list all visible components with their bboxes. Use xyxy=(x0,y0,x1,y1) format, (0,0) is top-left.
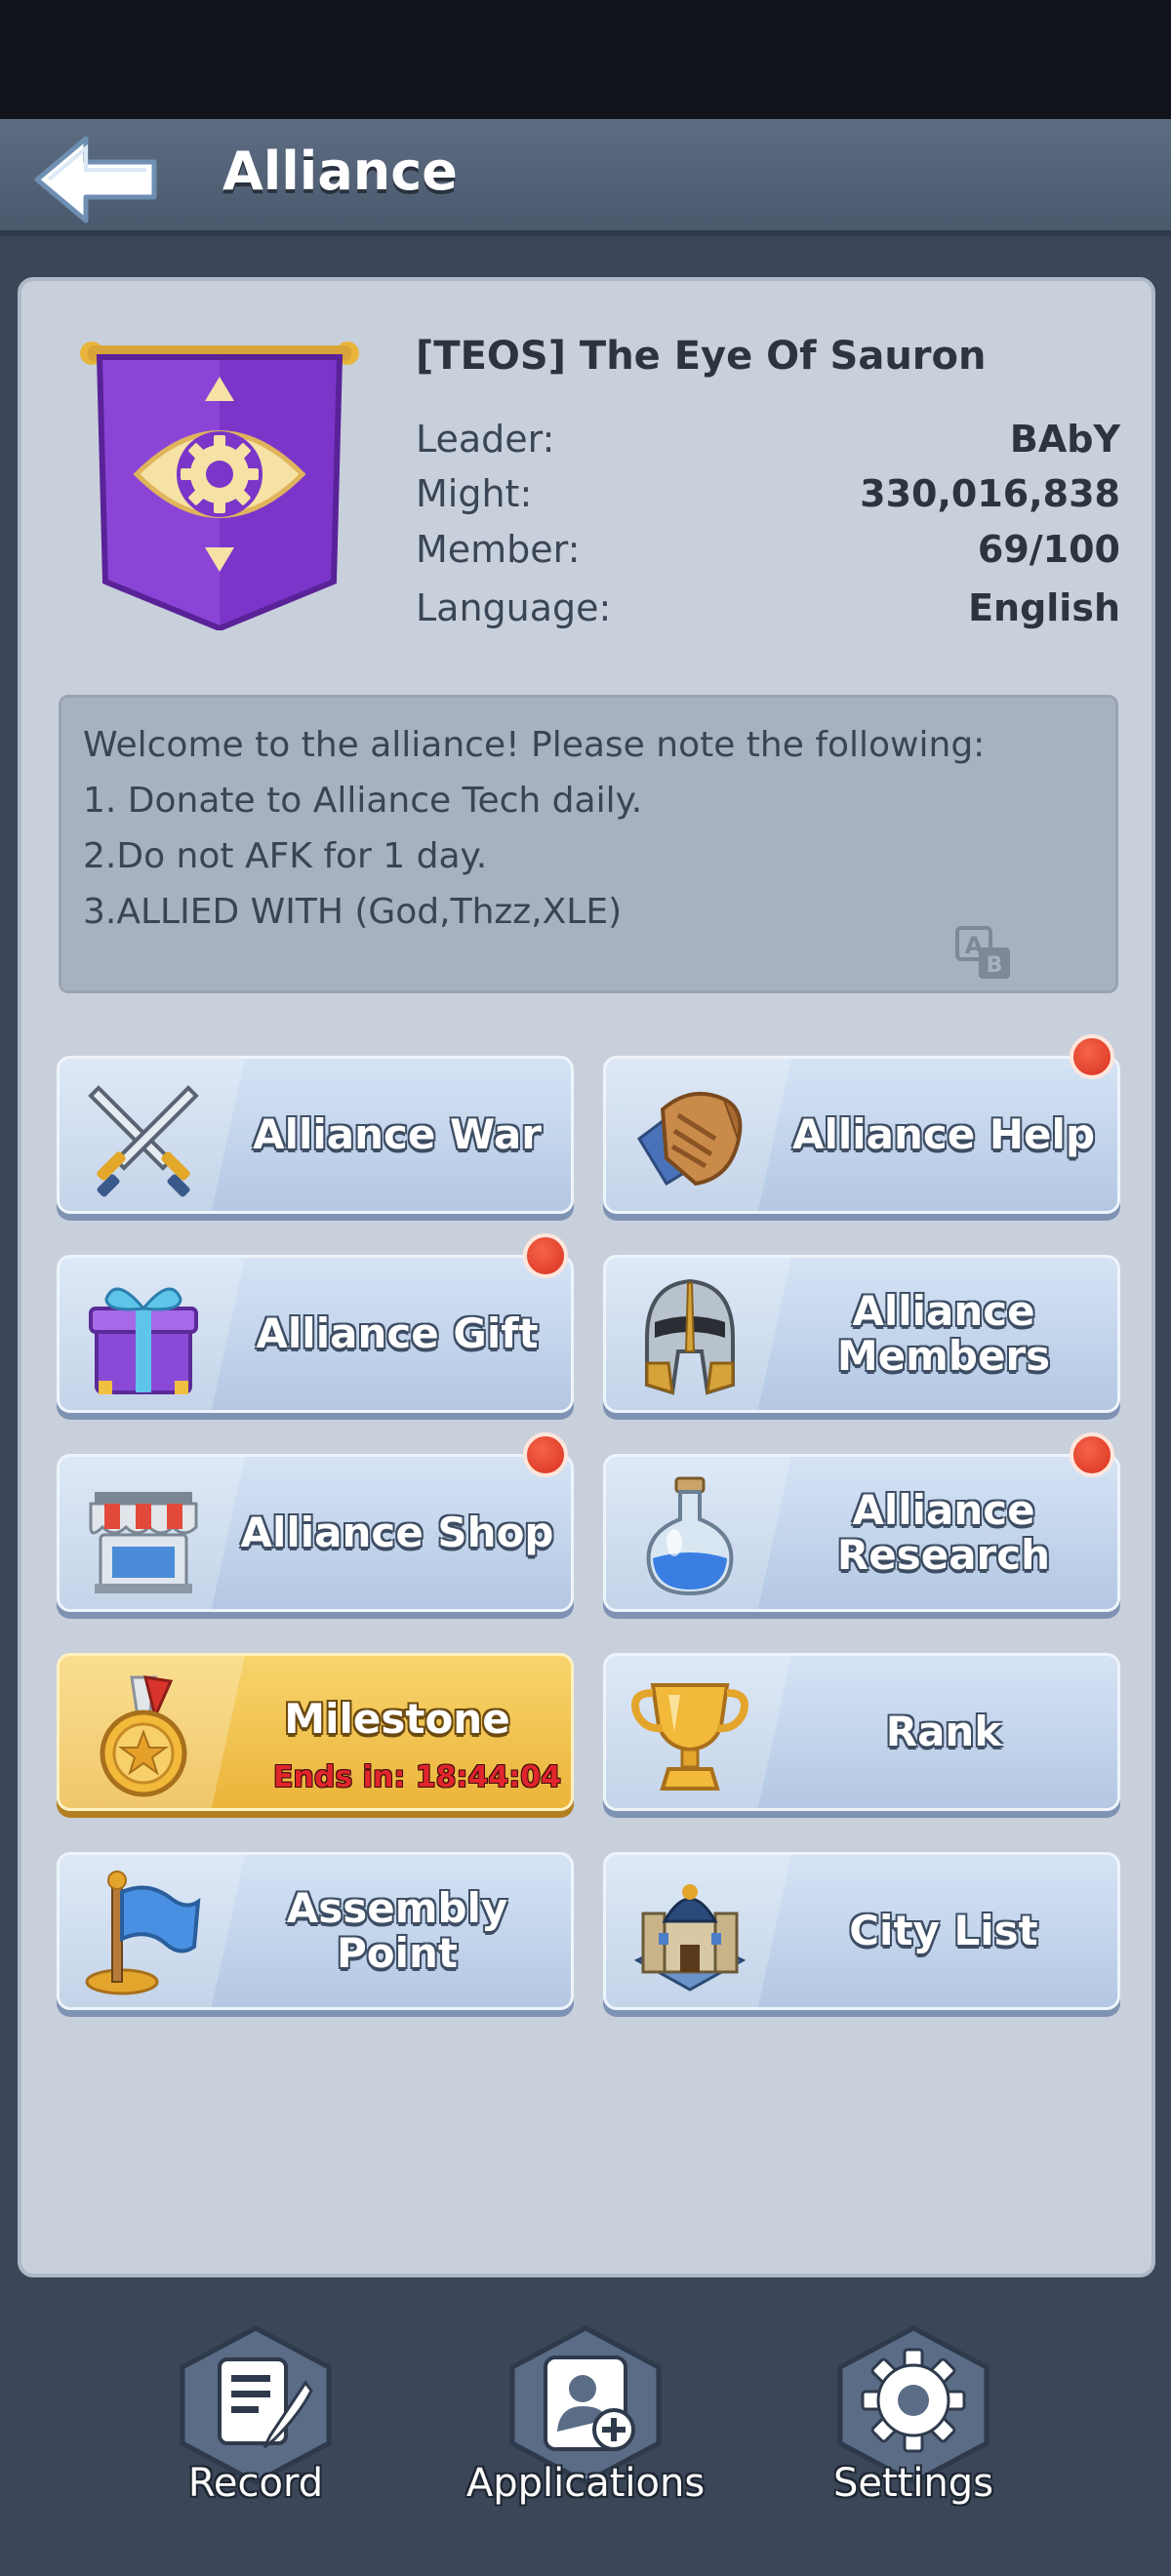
milestone-button[interactable]: Milestone Ends in: 18:44:04 xyxy=(57,1653,574,1811)
handshake-icon xyxy=(637,1092,743,1187)
notification-badge xyxy=(523,1233,568,1278)
translate-button[interactable]: A B xyxy=(955,926,1014,981)
language-row: Language: English xyxy=(416,581,1120,635)
record-label: Record xyxy=(187,2461,324,2506)
member-value: 69/100 xyxy=(977,528,1120,571)
alliance-name: [TEOS] The Eye Of Sauron xyxy=(416,334,987,379)
rank-button[interactable]: Rank xyxy=(603,1653,1120,1811)
alliance-research-button[interactable]: Alliance Research xyxy=(603,1454,1120,1612)
trophy-icon xyxy=(631,1683,748,1791)
alliance-notice: Welcome to the alliance! Please note the… xyxy=(59,695,1118,993)
assembly-point-label: Assembly Point xyxy=(286,1884,508,1977)
settings-button[interactable]: Settings xyxy=(787,2322,1040,2537)
page-title: Alliance xyxy=(222,141,458,202)
helmet-icon xyxy=(645,1278,735,1395)
member-row: Member: 69/100 xyxy=(416,522,1120,577)
bottom-nav: Record Applications Settings xyxy=(0,2283,1171,2576)
alliance-members-button[interactable]: Alliance Members xyxy=(603,1255,1120,1413)
star-medal-icon xyxy=(100,1675,187,1797)
member-label: Member: xyxy=(416,528,581,571)
notice-line: 1. Donate to Alliance Tech daily. xyxy=(83,781,643,821)
potion-flask-icon xyxy=(646,1476,734,1596)
shop-stall-icon xyxy=(89,1492,198,1593)
alliance-war-button[interactable]: Alliance War xyxy=(57,1056,574,1214)
flag-icon xyxy=(85,1871,201,1995)
applications-label: Applications xyxy=(465,2461,706,2506)
svg-text:B: B xyxy=(987,953,1003,978)
alliance-gift-label: Alliance Gift xyxy=(256,1309,539,1357)
eye-gear-banner-icon xyxy=(80,342,359,630)
alliance-help-button[interactable]: Alliance Help xyxy=(603,1056,1120,1214)
notification-badge xyxy=(523,1432,568,1477)
notification-badge xyxy=(1070,1432,1114,1477)
settings-label: Settings xyxy=(832,2461,994,2506)
translate-icon: A B xyxy=(955,926,1010,979)
gift-box-icon xyxy=(89,1287,198,1394)
notification-badge xyxy=(1070,1034,1114,1079)
header-bar: Alliance xyxy=(0,119,1171,236)
alliance-panel: [TEOS] The Eye Of Sauron Leader: BAbY Mi… xyxy=(18,277,1155,2277)
language-label: Language: xyxy=(416,586,612,629)
record-button[interactable]: Record xyxy=(129,2322,383,2537)
milestone-timer: Ends in: 18:44:04 xyxy=(273,1760,561,1794)
might-row: Might: 330,016,838 xyxy=(416,466,1120,521)
notice-line: 2.Do not AFK for 1 day. xyxy=(83,836,488,876)
alliance-gift-button[interactable]: Alliance Gift xyxy=(57,1255,574,1413)
rank-label: Rank xyxy=(885,1708,1002,1755)
alliance-members-label: Alliance Members xyxy=(836,1287,1051,1380)
notice-line: 3.ALLIED WITH (God,Thzz,XLE) xyxy=(83,892,623,932)
alliance-research-label: Alliance Research xyxy=(836,1486,1051,1579)
city-list-button[interactable]: City List xyxy=(603,1852,1120,2010)
alliance-shop-button[interactable]: Alliance Shop xyxy=(57,1454,574,1612)
alliance-help-label: Alliance Help xyxy=(791,1110,1096,1158)
might-value: 330,016,838 xyxy=(860,472,1120,515)
status-bar xyxy=(0,0,1171,119)
back-button[interactable] xyxy=(29,131,166,228)
back-arrow-icon xyxy=(34,136,157,223)
alliance-war-label: Alliance War xyxy=(253,1110,542,1158)
leader-value: BAbY xyxy=(1009,418,1120,461)
language-value: English xyxy=(968,586,1120,629)
assembly-point-button[interactable]: Assembly Point xyxy=(57,1852,574,2010)
applications-button[interactable]: Applications xyxy=(459,2322,712,2537)
crossed-swords-icon xyxy=(88,1085,199,1197)
city-list-label: City List xyxy=(849,1907,1038,1954)
leader-label: Leader: xyxy=(416,418,555,461)
alliance-shop-label: Alliance Shop xyxy=(240,1509,554,1556)
might-label: Might: xyxy=(416,472,533,515)
notice-line: Welcome to the alliance! Please note the… xyxy=(83,725,986,765)
castle-icon xyxy=(633,1884,747,1992)
leader-row: Leader: BAbY xyxy=(416,412,1120,466)
